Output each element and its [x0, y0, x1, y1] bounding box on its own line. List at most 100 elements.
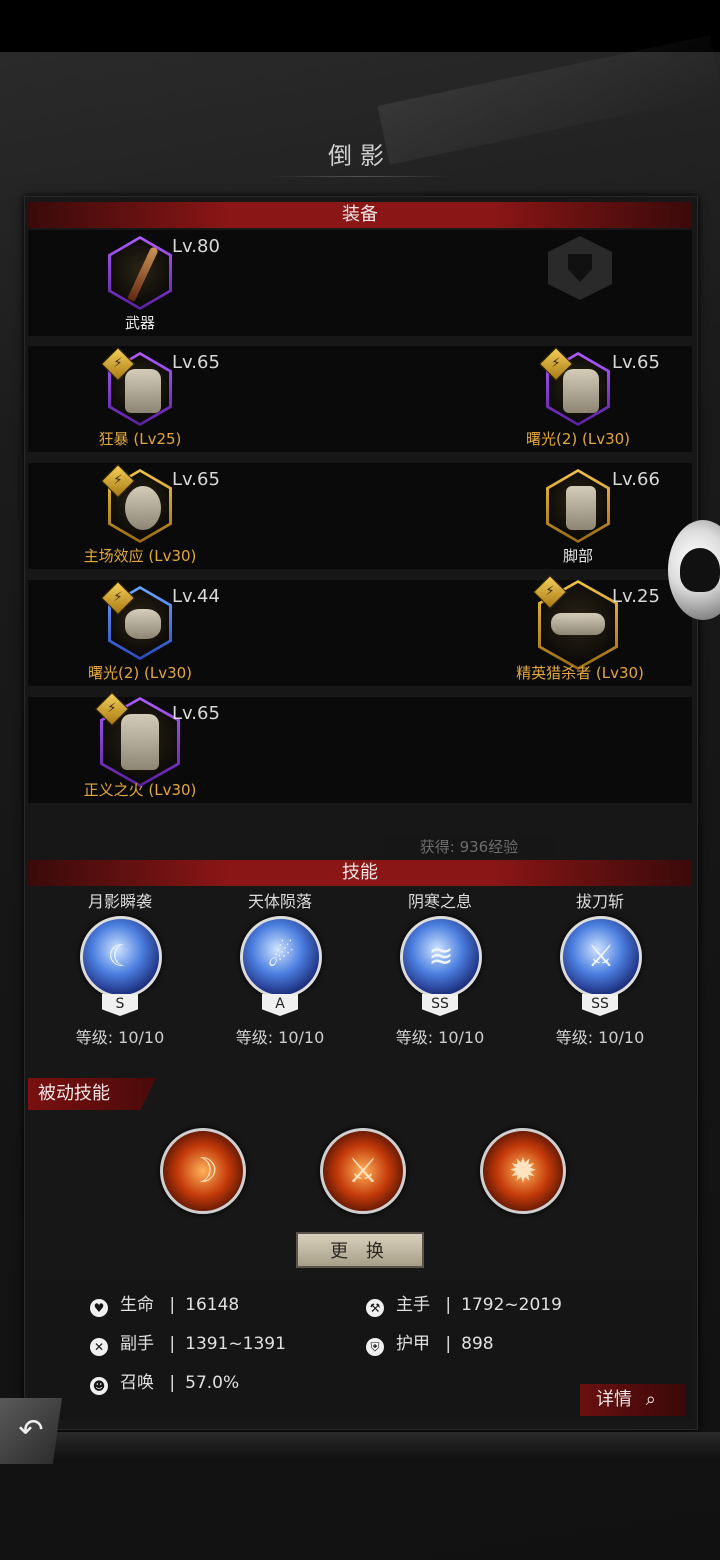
skill-card[interactable]: 阴寒之息 ≋ SS 等级: 10/10 [360, 888, 520, 1058]
item-name: 武器 [124, 314, 155, 332]
status-bar [0, 0, 720, 52]
penguin-icon [680, 548, 720, 592]
item-level: Lv.65 [172, 352, 220, 373]
item-name: 狂暴 (Lv25) [98, 430, 182, 448]
equipment-slot-cloak[interactable]: ⚡ Lv.65 正义之火 (Lv30) [60, 692, 260, 803]
item-level: Lv.44 [172, 586, 220, 607]
page-title: 倒影 [328, 142, 392, 170]
lightning-icon: ⚡ [551, 356, 561, 371]
details-button[interactable]: 详情 ⌕ [580, 1384, 686, 1416]
stat-label: 主手 [396, 1295, 430, 1315]
lightning-icon: ⚡ [107, 701, 117, 716]
skill-name: 月影瞬袭 [87, 892, 152, 911]
empty-slot-frame [548, 236, 612, 300]
equipment-slot-chest[interactable]: ⚡ Lv.65 曙光(2) (Lv30) [498, 347, 698, 452]
skill-orb: ☾ [80, 916, 162, 998]
lightning-icon: ⚡ [545, 584, 555, 599]
stat-separator: | [445, 1295, 452, 1315]
item-level: Lv.66 [612, 469, 660, 490]
shield-icon [568, 254, 592, 282]
equipment-slot-weapon[interactable]: Lv.80 武器 [60, 236, 260, 336]
stat-separator: | [169, 1295, 176, 1315]
fire-slash-icon: ☽ [187, 1151, 219, 1191]
bow-accessory-icon [125, 609, 161, 639]
skill-level: 等级: 10/10 [555, 1028, 645, 1047]
stat-separator: | [169, 1334, 176, 1354]
stat-separator: | [169, 1373, 176, 1393]
summon-icon: ☻ [90, 1377, 108, 1395]
passive-skill-3[interactable]: ✹ [480, 1128, 566, 1214]
item-name: 曙光(2) (Lv30) [87, 664, 193, 682]
item-frame [108, 236, 172, 310]
stat-value: 1391~1391 [185, 1334, 286, 1354]
stat-label: 召唤 [120, 1373, 154, 1393]
stat-label: 生命 [120, 1295, 154, 1315]
armor-icon: ⛨ [366, 1338, 384, 1356]
stat-label: 护甲 [396, 1334, 430, 1354]
skill-level: 等级: 10/10 [235, 1028, 325, 1047]
item-level: Lv.65 [172, 469, 220, 490]
skill-tier: SS [422, 994, 458, 1016]
stat-armor: ⛨ 护甲 | 898 [366, 1329, 494, 1356]
skill-orb: ☄ [240, 916, 322, 998]
stat-value: 898 [461, 1334, 494, 1354]
heart-icon: ♥ [90, 1299, 108, 1317]
skill-tier: A [262, 994, 298, 1016]
skill-orb: ≋ [400, 916, 482, 998]
change-passive-button[interactable]: 更 换 [296, 1232, 424, 1268]
meteor-icon: ☄ [267, 939, 295, 974]
passive-skill-2[interactable]: ⚔ [320, 1128, 406, 1214]
skill-orb: ⚔ [560, 916, 642, 998]
item-level: Lv.25 [612, 586, 660, 607]
skill-level: 等级: 10/10 [395, 1028, 485, 1047]
item-name: 精英猎杀者 (Lv30) [516, 664, 644, 682]
sword-icon: ⚒ [366, 1299, 384, 1317]
cloak-icon [121, 714, 159, 770]
skill-tier: S [102, 994, 138, 1016]
lightning-icon: ⚡ [113, 590, 123, 605]
skill-tier: SS [582, 994, 618, 1016]
details-label: 详情 [596, 1389, 632, 1410]
back-button[interactable]: ↶ [0, 1398, 62, 1464]
helmet-icon [125, 369, 161, 413]
item-name: 主场效应 (Lv30) [83, 547, 197, 565]
chest-armor-icon [563, 369, 599, 413]
stat-off-hand: ✕ 副手 | 1391~1391 [90, 1329, 286, 1356]
item-level: Lv.65 [172, 703, 220, 724]
equipment-slot-belt[interactable]: ⚡ Lv.44 曙光(2) (Lv30) [60, 581, 260, 686]
passive-skills-label: 被动技能 [28, 1078, 156, 1110]
skill-name: 阴寒之息 [407, 892, 472, 911]
item-level: Lv.80 [172, 236, 220, 257]
equipment-header: 装备 [28, 202, 692, 228]
skill-card[interactable]: 天体陨落 ☄ A 等级: 10/10 [200, 888, 360, 1058]
item-name: 曙光(2) (Lv30) [525, 430, 631, 448]
item-name: 脚部 [562, 547, 593, 565]
magnifier-icon: ⌕ [645, 1389, 656, 1410]
equipment-slot-offhand-empty[interactable] [500, 236, 700, 336]
equipment-slot-helmet[interactable]: ⚡ Lv.65 狂暴 (Lv25) [60, 347, 260, 452]
back-arrow-icon: ↶ [18, 1413, 44, 1448]
passive-skill-1[interactable]: ☽ [160, 1128, 246, 1214]
lightning-icon: ⚡ [113, 356, 123, 371]
item-frame [546, 469, 610, 543]
stat-main-hand: ⚒ 主手 | 1792~2019 [366, 1290, 562, 1317]
item-name: 正义之火 (Lv30) [83, 781, 197, 799]
boots-icon [566, 486, 596, 530]
skill-card[interactable]: 月影瞬袭 ☾ S 等级: 10/10 [40, 888, 200, 1058]
equipment-slot-feet[interactable]: Lv.66 脚部 [498, 469, 698, 569]
skill-name: 天体陨落 [247, 892, 312, 911]
fire-mask-icon: ✹ [508, 1151, 538, 1191]
skill-name: 拔刀斩 [575, 892, 624, 911]
equipment-slot-gloves[interactable]: ⚡ Lv.65 主场效应 (Lv30) [60, 464, 260, 569]
fire-sword-icon: ⚔ [347, 1151, 379, 1191]
moon-slash-icon: ☾ [107, 939, 135, 974]
skill-card[interactable]: 拔刀斩 ⚔ SS 等级: 10/10 [520, 888, 680, 1058]
lightning-icon: ⚡ [113, 473, 123, 488]
equipment-slot-waist[interactable]: ⚡ Lv.25 精英猎杀者 (Lv30) [480, 575, 680, 686]
weapon-icon [127, 246, 159, 302]
frost-breath-icon: ≋ [428, 939, 454, 974]
bottom-edge [0, 1432, 720, 1462]
gauntlet-icon [125, 486, 161, 530]
skills-header: 技能 [28, 860, 692, 886]
belt-icon [551, 613, 605, 635]
